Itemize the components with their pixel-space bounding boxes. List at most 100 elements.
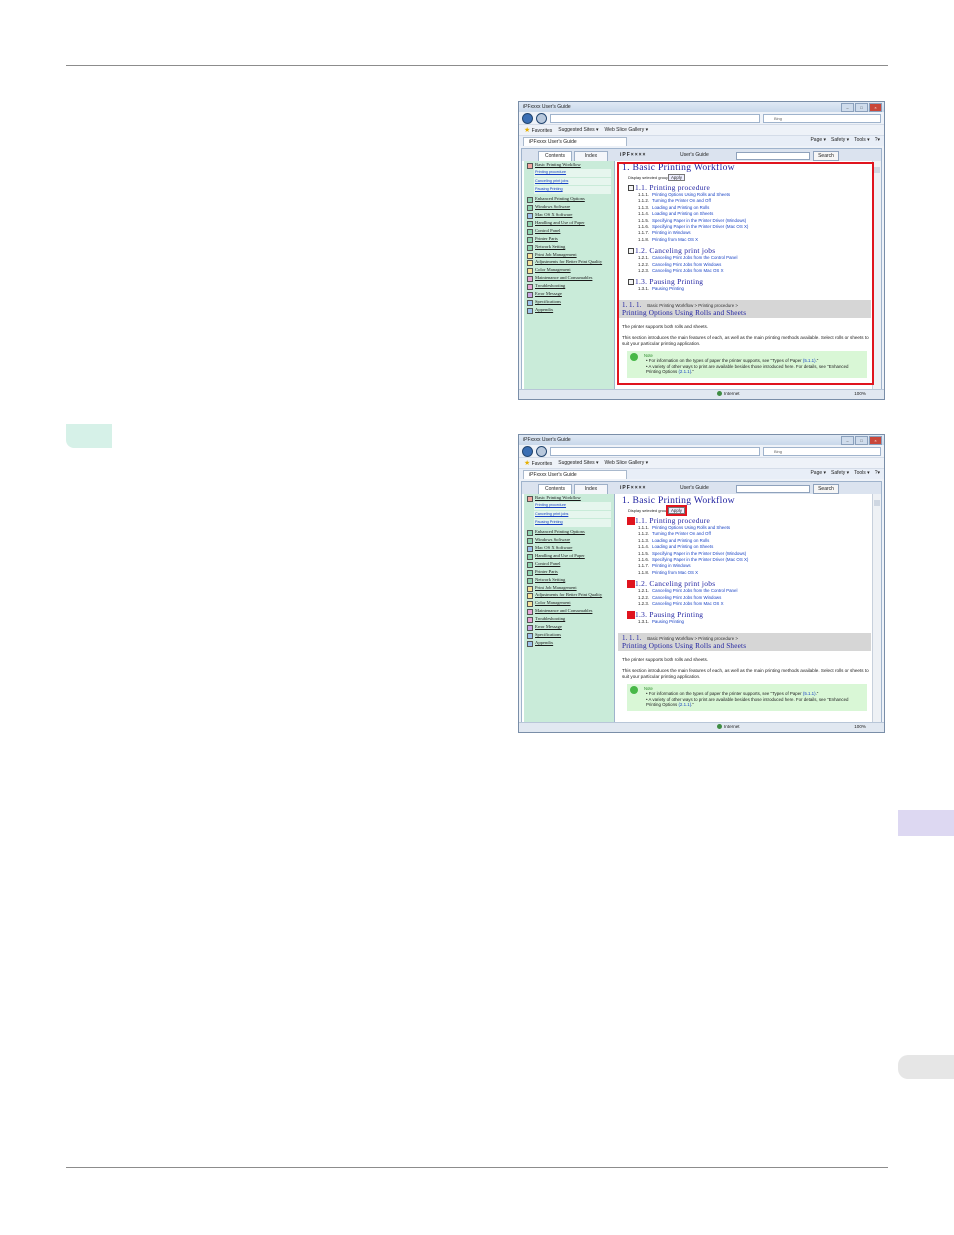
- close-icon[interactable]: ×: [869, 103, 882, 112]
- toc-subitem[interactable]: Printing procedure: [534, 501, 611, 511]
- toc-item[interactable]: Troubleshooting: [524, 615, 614, 624]
- item-link[interactable]: Loading and Printing on Sheets: [652, 544, 713, 549]
- toc-item[interactable]: Adjustments for Better Print Quality: [524, 258, 614, 267]
- toc-item[interactable]: Windows Software: [524, 203, 614, 212]
- toc-item[interactable]: Enhanced Printing Options: [524, 528, 614, 537]
- toc-item[interactable]: Basic Printing Workflow: [524, 494, 614, 502]
- address-input[interactable]: [550, 446, 760, 456]
- forward-icon[interactable]: [536, 112, 547, 124]
- web-slice-gallery-link[interactable]: Web Slice Gallery ▾: [605, 460, 649, 466]
- toc-item[interactable]: Windows Software: [524, 536, 614, 545]
- guide-search-input[interactable]: [736, 152, 810, 160]
- toc-item[interactable]: Network Setting: [524, 576, 614, 584]
- section-checkbox[interactable]: [627, 517, 635, 525]
- window-titlebar: iPFxxxx User's Guide – □ ×: [519, 435, 884, 445]
- item-link[interactable]: Printing from Mac OS X: [652, 570, 698, 575]
- toc-item[interactable]: Color Management: [524, 599, 614, 608]
- browser-tab[interactable]: iPFxxxx User's Guide: [523, 469, 627, 479]
- toc-subitem[interactable]: Canceling print jobs: [534, 510, 611, 520]
- toc-item[interactable]: Maintenance and Consumables: [524, 274, 614, 283]
- toc-item[interactable]: Printer Parts: [524, 568, 614, 576]
- item-link[interactable]: Specifying Paper in the Printer Driver (…: [652, 557, 748, 562]
- minimize-icon[interactable]: –: [841, 103, 854, 112]
- toc-item[interactable]: Basic Printing Workflow: [524, 161, 614, 169]
- maximize-icon[interactable]: □: [855, 103, 868, 112]
- tools-menu[interactable]: Tools ▾: [854, 137, 870, 143]
- scroll-thumb[interactable]: [874, 500, 880, 506]
- paragraph-1: The printer supports both rolls and shee…: [622, 656, 709, 662]
- item-link[interactable]: Pausing Printing: [652, 619, 684, 624]
- browser-tab[interactable]: iPFxxxx User's Guide: [523, 136, 627, 146]
- toc-item[interactable]: Handling and Use of Paper: [524, 219, 614, 227]
- favorites-button[interactable]: ★ Favorites: [524, 126, 552, 134]
- toc-item[interactable]: Network Setting: [524, 243, 614, 251]
- search-input[interactable]: Bing: [763, 446, 881, 456]
- toc-subitem[interactable]: Pausing Printing: [534, 186, 611, 196]
- note-link[interactable]: (2.1.1): [678, 702, 691, 707]
- note-link[interactable]: (5.1.1): [803, 691, 816, 696]
- suggested-sites-link[interactable]: Suggested Sites ▾: [558, 460, 598, 466]
- item-link[interactable]: Turning the Printer On and Off: [652, 531, 711, 536]
- help-menu[interactable]: ?▾: [875, 470, 880, 476]
- section-checkbox[interactable]: [627, 580, 635, 589]
- toc-item[interactable]: Mac OS X Software: [524, 544, 614, 553]
- item-link[interactable]: Loading and Printing on Rolls: [652, 538, 709, 543]
- toc-item[interactable]: Appendix: [524, 639, 614, 647]
- minimize-icon[interactable]: –: [841, 436, 854, 445]
- address-input[interactable]: [550, 113, 760, 123]
- toc-subitem[interactable]: Canceling print jobs: [534, 177, 611, 187]
- toc-item[interactable]: Color Management: [524, 266, 614, 275]
- toc-item[interactable]: Troubleshooting: [524, 282, 614, 291]
- toc-item[interactable]: Mac OS X Software: [524, 211, 614, 220]
- toc-item[interactable]: Print Job Management: [524, 584, 614, 592]
- toc-item[interactable]: Control Panel: [524, 560, 614, 568]
- help-menu[interactable]: ?▾: [875, 137, 880, 143]
- safety-menu[interactable]: Safety ▾: [831, 137, 849, 143]
- toc-item[interactable]: Error Message: [524, 623, 614, 631]
- close-icon[interactable]: ×: [869, 436, 882, 445]
- suggested-sites-link[interactable]: Suggested Sites ▾: [558, 127, 598, 133]
- toc-item-label: Windows Software: [535, 537, 571, 543]
- toc-item[interactable]: Specifications: [524, 298, 614, 306]
- toc-item-label: Print Job Management: [535, 251, 577, 257]
- scroll-thumb[interactable]: [874, 167, 880, 173]
- back-icon[interactable]: [522, 445, 533, 457]
- apply-button[interactable]: Apply: [666, 505, 687, 516]
- web-slice-gallery-link[interactable]: Web Slice Gallery ▾: [605, 127, 649, 133]
- search-button[interactable]: Search: [813, 484, 839, 494]
- zoom-level[interactable]: 100%: [854, 391, 866, 396]
- toc-item[interactable]: Error Message: [524, 290, 614, 298]
- toc-item[interactable]: Appendix: [524, 306, 614, 314]
- forward-icon[interactable]: [536, 445, 547, 457]
- guide-search-input[interactable]: [736, 485, 810, 493]
- item-link[interactable]: Canceling Print Jobs from Windows: [652, 595, 721, 600]
- footer-rule: [66, 1167, 888, 1168]
- toc-subitem[interactable]: Printing procedure: [534, 168, 611, 178]
- toc-item[interactable]: Handling and Use of Paper: [524, 552, 614, 560]
- item-link[interactable]: Printing in Windows: [652, 563, 691, 568]
- toc-subitem[interactable]: Pausing Printing: [534, 519, 611, 529]
- maximize-icon[interactable]: □: [855, 436, 868, 445]
- search-button[interactable]: Search: [813, 151, 839, 161]
- item-link[interactable]: Canceling Print Jobs from the Control Pa…: [652, 588, 737, 593]
- section-checkbox[interactable]: [627, 611, 635, 620]
- toc-item[interactable]: Print Job Management: [524, 251, 614, 259]
- toc-item[interactable]: Enhanced Printing Options: [524, 195, 614, 204]
- toc-item[interactable]: Maintenance and Consumables: [524, 607, 614, 616]
- scrollbar[interactable]: [872, 494, 881, 722]
- back-icon[interactable]: [522, 112, 533, 124]
- item-link[interactable]: Printing Options Using Rolls and Sheets: [652, 525, 730, 530]
- item-link[interactable]: Canceling Print Jobs from Mac OS X: [652, 601, 724, 606]
- toc-item[interactable]: Adjustments for Better Print Quality: [524, 591, 614, 600]
- toc-item[interactable]: Printer Parts: [524, 235, 614, 243]
- zoom-level[interactable]: 100%: [854, 724, 866, 729]
- page-menu[interactable]: Page ▾: [810, 137, 826, 143]
- tools-menu[interactable]: Tools ▾: [854, 470, 870, 476]
- toc-item[interactable]: Specifications: [524, 631, 614, 639]
- item-link[interactable]: Specifying Paper in the Printer Driver (…: [652, 551, 746, 556]
- search-input[interactable]: Bing: [763, 113, 881, 123]
- page-menu[interactable]: Page ▾: [810, 470, 826, 476]
- safety-menu[interactable]: Safety ▾: [831, 470, 849, 476]
- favorites-button[interactable]: ★ Favorites: [524, 459, 552, 467]
- toc-item[interactable]: Control Panel: [524, 227, 614, 235]
